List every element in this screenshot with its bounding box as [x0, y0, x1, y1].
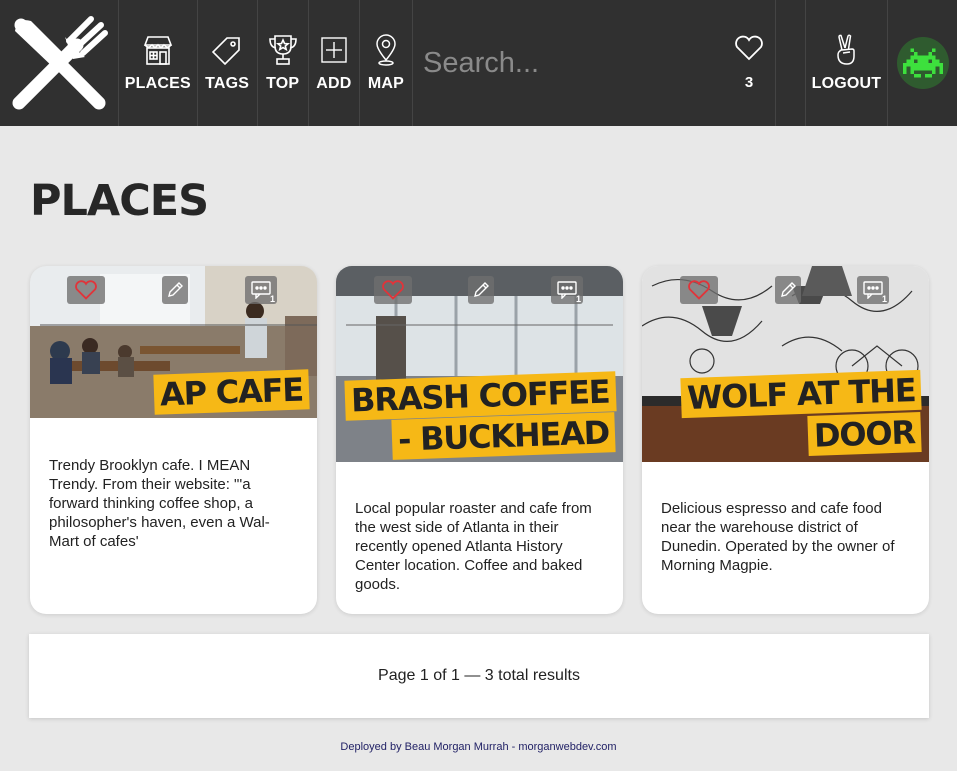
map-pin-icon — [369, 33, 403, 67]
logout-button[interactable]: LOGOUT — [806, 0, 889, 126]
comments-button[interactable]: 1 — [857, 276, 889, 304]
comment-icon — [863, 281, 883, 299]
comment-icon — [251, 281, 271, 299]
pencil-icon — [474, 282, 489, 297]
nav-top-label: TOP — [266, 75, 300, 92]
pencil-icon — [168, 282, 183, 297]
place-title[interactable]: AP CAFE — [153, 369, 310, 415]
nav-places[interactable]: PLACES — [119, 0, 198, 126]
nav-top[interactable]: TOP — [258, 0, 309, 126]
heart-icon — [688, 280, 710, 300]
pagination-text: Page 1 of 1 — 3 total results — [378, 667, 580, 684]
edit-button[interactable] — [775, 276, 801, 304]
page-title: PLACES — [30, 176, 209, 226]
nav-tags[interactable]: TAGS — [198, 0, 258, 126]
pencil-icon — [781, 282, 796, 297]
favorite-heart-button[interactable] — [67, 276, 105, 304]
comment-count: 1 — [881, 294, 887, 304]
place-title[interactable]: BRASH COFFEE - BUCKHEAD — [343, 371, 616, 460]
logout-label: LOGOUT — [811, 75, 882, 92]
favorite-heart-button[interactable] — [374, 276, 412, 304]
store-icon — [141, 33, 175, 67]
place-title-line: DOOR — [807, 412, 922, 456]
pagination: Page 1 of 1 — 3 total results — [29, 634, 929, 718]
home-logo-link[interactable] — [0, 0, 119, 126]
hearts-link[interactable]: 3 — [723, 0, 777, 126]
place-title-line: WOLF AT THE — [679, 369, 922, 419]
edit-button[interactable] — [468, 276, 494, 304]
space-invader-avatar — [896, 37, 949, 89]
user-menu[interactable] — [888, 0, 957, 126]
search-input[interactable] — [423, 46, 723, 80]
place-card[interactable]: 1 AP CAFE Trendy Brooklyn cafe. I MEAN T… — [30, 266, 317, 614]
comments-button[interactable]: 1 — [551, 276, 583, 304]
tag-icon — [210, 33, 244, 67]
place-description: Trendy Brooklyn cafe. I MEAN Trendy. Fro… — [49, 457, 270, 550]
footer: Deployed by Beau Morgan Murrah - morganw… — [0, 741, 957, 753]
place-title-line: AP CAFE — [153, 369, 310, 415]
card-actions: 1 — [336, 276, 623, 304]
heart-icon — [734, 35, 764, 66]
comments-button[interactable]: 1 — [245, 276, 277, 304]
trophy-icon — [266, 33, 300, 67]
peace-hand-icon — [829, 33, 863, 67]
fork-knife-icon — [12, 16, 108, 110]
place-title-line: - BUCKHEAD — [391, 412, 616, 460]
comment-count: 1 — [575, 294, 581, 304]
edit-button[interactable] — [162, 276, 188, 304]
nav-tags-label: TAGS — [205, 75, 250, 92]
nav-add[interactable]: ADD — [309, 0, 360, 126]
card-actions: 1 — [642, 276, 929, 304]
nav-places-label: PLACES — [124, 75, 191, 92]
top-navbar: PLACES TAGS TOP ADD MAP Search... 3 LOGO… — [0, 0, 957, 126]
place-card[interactable]: 1 WOLF AT THE DOOR Delicious espresso an… — [642, 266, 929, 614]
footer-credit-link[interactable]: Deployed by Beau Morgan Murrah - morganw… — [340, 741, 616, 753]
hearts-count: 3 — [744, 74, 754, 91]
place-description: Local popular roaster and cafe from the … — [355, 500, 592, 593]
favorite-heart-button[interactable] — [680, 276, 718, 304]
add-icon — [317, 33, 351, 67]
card-actions: 1 — [30, 276, 317, 304]
header-spacer — [776, 0, 806, 126]
comment-count: 1 — [269, 294, 275, 304]
comment-icon — [557, 281, 577, 299]
heart-icon — [75, 280, 97, 300]
place-card[interactable]: 1 BRASH COFFEE - BUCKHEAD Local popular … — [336, 266, 623, 614]
place-description: Delicious espresso and cafe food near th… — [661, 500, 895, 574]
heart-icon — [382, 280, 404, 300]
nav-map-label: MAP — [367, 75, 405, 92]
search-bar — [413, 0, 723, 126]
place-title[interactable]: WOLF AT THE DOOR — [679, 369, 922, 456]
nav-add-label: ADD — [316, 75, 352, 92]
nav-map[interactable]: MAP — [360, 0, 413, 126]
